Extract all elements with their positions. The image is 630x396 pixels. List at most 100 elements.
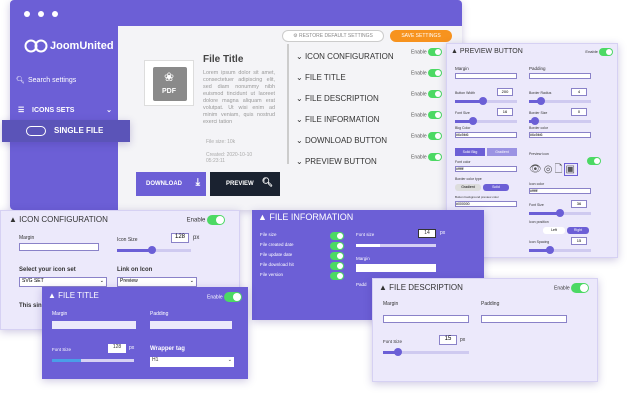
border-color-type-label: Border color type [455,177,482,181]
font-size-input[interactable]: 128 [108,344,126,353]
document-icon[interactable]: 🗋 [554,164,564,175]
save-settings-button[interactable]: SAVE SETTINGS [390,30,452,42]
border-radius-input[interactable]: 4 [571,88,587,96]
unit-label: px [440,230,446,236]
section-label: ⌄ DOWNLOAD BUTTON [296,136,388,145]
search-settings[interactable]: 🔍︎ Search settings [16,76,112,88]
file-title-panel: ▲ FILE TITLE Enable Margin Padding Font … [42,287,248,379]
unit-label: px [460,337,466,343]
restore-default-button[interactable]: ⚙ RESTORE DEFAULT SETTINGS [282,30,384,42]
window-dot[interactable] [24,11,30,17]
margin-inputs[interactable] [52,321,136,329]
position-left-option[interactable]: Left [543,227,565,234]
enable-toggle[interactable]: Enable [411,48,442,56]
enable-toggle[interactable]: Enable [207,292,242,302]
icon-options[interactable]: 👁︎◎🗋▣ [529,162,578,179]
type-solid-option[interactable]: Solid [483,184,509,191]
enable-toggle[interactable]: Enable [411,132,442,140]
eye-icon[interactable]: 👁︎ [529,164,544,175]
eye-outline-icon[interactable]: ◎ [544,164,555,175]
enable-toggle[interactable]: Enable [411,90,442,98]
font-size-input[interactable]: 14 [418,229,436,238]
padding-inputs[interactable] [481,315,567,323]
section-row-preview-button[interactable]: ⌄ PREVIEW BUTTON Enable [296,151,442,171]
wrapper-select[interactable]: H1 ⌄ [150,357,234,367]
icon-font-size-input[interactable]: 36 [571,200,587,208]
bg-tab-gradient[interactable]: Gradient [487,148,517,156]
font-size-slider[interactable] [52,359,134,362]
section-label: ⌄ FILE INFORMATION [296,115,380,124]
info-row-file-size[interactable]: File size [260,232,344,240]
margin-label: Margin [455,66,469,71]
section-row-download-button[interactable]: ⌄ DOWNLOAD BUTTON Enable [296,130,442,150]
bg-color-input[interactable]: #6c5fd6 [455,132,517,138]
border-size-input[interactable]: 0 [571,108,587,116]
enable-toggle[interactable]: Enable [411,69,442,77]
gear-icon: ⚙ [293,33,298,39]
bg-preview-color-input[interactable]: #000000 [455,201,517,207]
icon-size-slider[interactable] [117,246,191,254]
icon-spacing-slider[interactable] [529,246,591,254]
section-label: ⌄ FILE DESCRIPTION [296,94,379,103]
icon-color-input[interactable]: #ffffff [529,188,591,194]
icon-spacing-input[interactable]: 15 [571,237,587,245]
chevron-down-icon: ⌄ [106,107,112,114]
sidebar-item-icons-sets[interactable]: ☰ ICONS SETS ⌄ [16,106,112,118]
window-dot[interactable] [52,11,58,17]
chevron-down-icon: ⌄ [227,357,232,363]
border-color-input[interactable]: #6c5fd6 [529,132,591,138]
margin-inputs[interactable] [19,243,99,251]
download-button[interactable]: DOWNLOAD ⤓ [136,172,206,196]
border-radius-slider[interactable] [529,97,591,105]
button-width-input[interactable]: 200 [497,88,513,96]
font-size-slider[interactable] [356,244,436,247]
font-size-slider[interactable] [455,117,517,125]
icon-set-select[interactable]: SVG SET ⌄ [19,277,107,287]
sidebar-item-single-file[interactable]: SINGLE FILE [2,120,130,142]
window-titlebar [10,0,462,26]
icon-font-size-slider[interactable] [529,209,591,217]
info-row-update-date[interactable]: File update date [260,252,344,260]
enable-toggle[interactable]: Enable [411,111,442,119]
icon-size-input[interactable]: 128 [171,233,189,243]
icon-size-label: Icon Size [117,237,138,243]
font-size-slider[interactable] [383,348,469,356]
enable-toggle[interactable]: Enable [187,215,225,225]
font-size-input[interactable]: 15 [439,335,457,345]
border-size-slider[interactable] [529,117,591,125]
section-row-icon-config[interactable]: ⌄ ICON CONFIGURATION Enable [296,46,442,66]
padding-inputs[interactable] [150,321,232,329]
button-width-slider[interactable] [455,97,517,105]
font-color-input[interactable]: #ffffff [455,166,517,172]
enable-toggle[interactable]: Enable [585,48,613,56]
info-row-created-date[interactable]: File created date [260,242,344,250]
padding-inputs[interactable] [529,73,591,79]
magnifier-icon[interactable]: ▣ [564,163,578,176]
enable-toggle[interactable]: Enable [554,283,589,293]
sidebar-item-label: ICONS SETS [32,107,75,114]
margin-label: Margin [356,256,370,261]
font-size-input[interactable]: 16 [497,108,513,116]
type-gradient-option[interactable]: Gradient [455,184,481,191]
link-select[interactable]: Preview ⌄ [117,277,197,287]
preview-icon-label: Preview icon [529,152,549,156]
section-row-file-description[interactable]: ⌄ FILE DESCRIPTION Enable [296,88,442,108]
position-right-option[interactable]: Right [567,227,589,234]
margin-inputs[interactable] [383,315,469,323]
window-dot[interactable] [38,11,44,17]
font-color-label: Font color [455,160,471,164]
margin-inputs[interactable] [356,264,436,272]
preview-icon-toggle[interactable] [587,152,601,170]
section-row-file-title[interactable]: ⌄ FILE TITLE Enable [296,67,442,87]
info-row-version[interactable]: File version [260,272,344,280]
bg-tab-solid[interactable]: Solid Bkg [455,148,485,156]
enable-toggle[interactable]: Enable [411,153,442,161]
margin-inputs[interactable] [455,73,517,79]
section-row-file-information[interactable]: ⌄ FILE INFORMATION Enable [296,109,442,129]
preview-label: PREVIEW [226,181,254,187]
info-row-download-hit[interactable]: File download hit [260,262,344,270]
sidebar-item-label: SINGLE FILE [54,126,104,135]
icon-color-label: Icon color [529,182,545,186]
preview-button[interactable]: PREVIEW 🔍︎ [210,172,280,196]
unit-label: px [193,235,200,241]
